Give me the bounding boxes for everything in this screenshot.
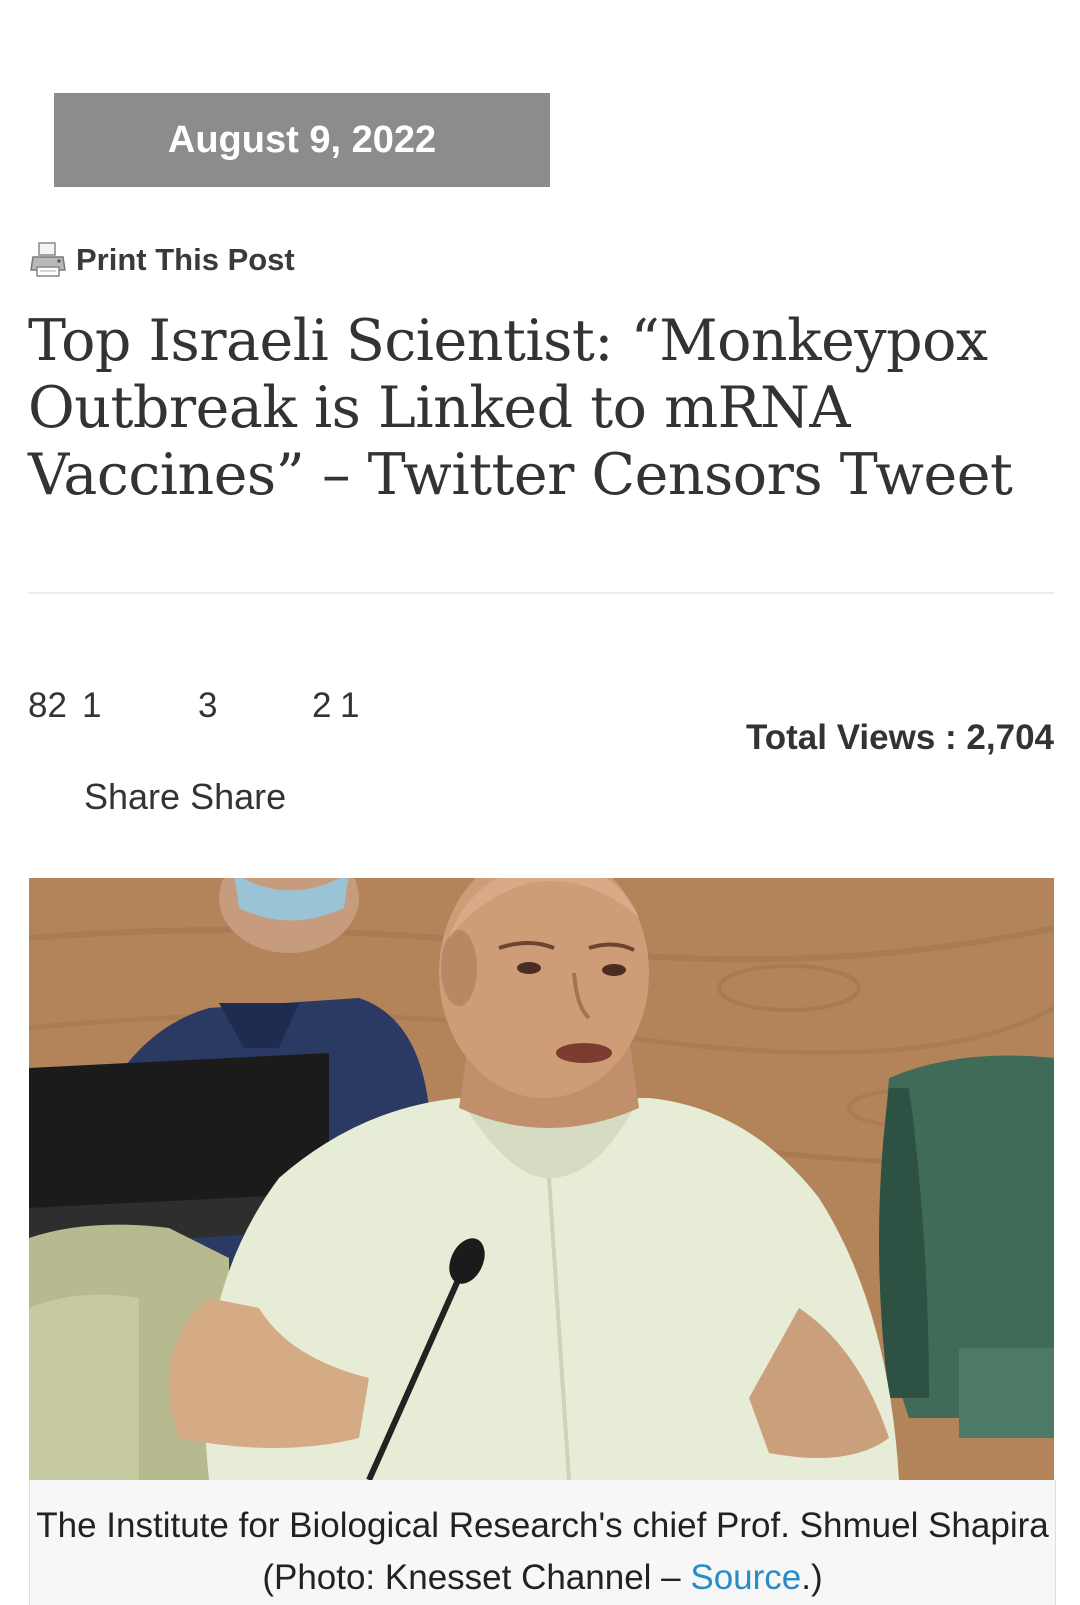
article-photo	[29, 878, 1054, 1480]
printer-icon	[28, 240, 68, 280]
total-views: Total Views : 2,704	[745, 718, 1054, 757]
caption-end: .)	[801, 1558, 823, 1597]
share-count-5: 1	[340, 686, 360, 725]
share-count-4: 2	[312, 686, 332, 725]
share-button-2[interactable]: Share	[190, 776, 286, 817]
title-divider	[28, 592, 1054, 594]
photo-caption: The Institute for Biological Research's …	[30, 1480, 1055, 1604]
print-post-label: Print This Post	[76, 242, 295, 277]
share-button-1[interactable]: Share	[84, 776, 180, 817]
post-title: Top Israeli Scientist: “Monkeypox Outbre…	[28, 308, 1013, 508]
post-date: August 9, 2022	[167, 118, 437, 161]
share-count-2: 1	[82, 686, 102, 725]
caption-text: The Institute for Biological Research's …	[36, 1506, 1049, 1597]
print-post-link[interactable]: Print This Post	[28, 238, 295, 282]
caption-source-link[interactable]: Source	[690, 1558, 801, 1597]
share-count-3: 3	[198, 686, 218, 725]
photo-caption-box: The Institute for Biological Research's …	[29, 1480, 1056, 1605]
share-count-1: 82	[28, 686, 67, 725]
share-buttons: Share Share	[84, 776, 286, 818]
post-date-badge: August 9, 2022	[54, 93, 550, 187]
